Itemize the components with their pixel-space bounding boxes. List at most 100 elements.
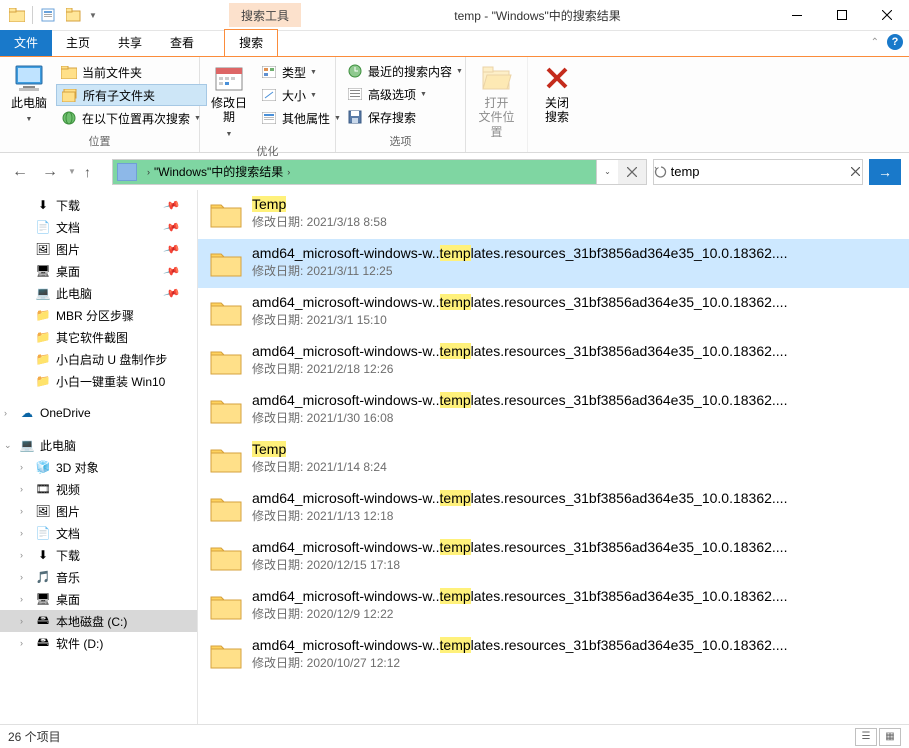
date-modified-button[interactable]: 修改日期▼: [204, 59, 254, 141]
results-list[interactable]: Temp修改日期: 2021/3/18 8:58amd64_microsoft-…: [198, 190, 909, 724]
result-item[interactable]: amd64_microsoft-windows-w..templates.res…: [198, 484, 909, 533]
folders-icon: [61, 87, 79, 103]
result-item[interactable]: amd64_microsoft-windows-w..templates.res…: [198, 288, 909, 337]
chevron-right-icon[interactable]: ›: [147, 167, 150, 177]
result-item[interactable]: amd64_microsoft-windows-w..templates.res…: [198, 533, 909, 582]
qat-customize-dropdown[interactable]: ▼: [87, 11, 99, 20]
result-item[interactable]: amd64_microsoft-windows-w..templates.res…: [198, 386, 909, 435]
advanced-options-button[interactable]: 高级选项▼: [342, 83, 469, 105]
tree-this-pc2[interactable]: ⌄💻此电脑: [0, 434, 197, 456]
tree-downloads2[interactable]: ›⬇下载: [0, 544, 197, 566]
tree-desktop[interactable]: 🖥桌面📌: [0, 260, 197, 282]
tree-this-pc[interactable]: 💻此电脑📌: [0, 282, 197, 304]
tree-onedrive[interactable]: ›☁OneDrive: [0, 402, 197, 424]
collapse-ribbon-icon[interactable]: ⌃: [871, 37, 879, 48]
computer-icon: 💻: [18, 437, 36, 453]
tree-xiaobai-reinstall[interactable]: 📁小白一键重装 Win10: [0, 370, 197, 392]
tree-screenshots[interactable]: 📁其它软件截图: [0, 326, 197, 348]
ribbon-body: 此电脑▼ 当前文件夹 所有子文件夹 在以下位置再次搜索 ▼ 位置: [0, 56, 909, 153]
chevron-down-icon[interactable]: ⌄: [4, 440, 12, 451]
qat-properties-icon[interactable]: [37, 4, 59, 26]
close-button[interactable]: [864, 1, 909, 30]
up-button[interactable]: ↑: [84, 164, 106, 180]
chevron-right-icon[interactable]: ›: [20, 638, 23, 648]
result-item[interactable]: amd64_microsoft-windows-w..templates.res…: [198, 582, 909, 631]
tab-view[interactable]: 查看: [156, 30, 208, 56]
tree-downloads[interactable]: ⬇下载📌: [0, 194, 197, 216]
search-refresh-icon[interactable]: [654, 165, 669, 179]
tree-pictures[interactable]: 🖼图片📌: [0, 238, 197, 260]
download-icon: ⬇: [34, 197, 52, 213]
result-item[interactable]: amd64_microsoft-windows-w..templates.res…: [198, 631, 909, 680]
breadcrumb[interactable]: "Windows"中的搜索结果: [154, 163, 283, 180]
cloud-icon: ☁: [18, 405, 36, 421]
result-meta: 修改日期: 2020/12/15 17:18: [252, 556, 897, 573]
chevron-right-icon[interactable]: ›: [20, 484, 23, 494]
this-pc-button[interactable]: 此电脑▼: [4, 59, 54, 127]
tree-documents2[interactable]: ›📄文档: [0, 522, 197, 544]
chevron-right-icon[interactable]: ›: [20, 616, 23, 626]
chevron-right-icon[interactable]: ›: [20, 506, 23, 516]
tree-music[interactable]: ›🎵音乐: [0, 566, 197, 588]
folder-open-icon: [481, 62, 513, 94]
tree-xiaobai-u[interactable]: 📁小白启动 U 盘制作步: [0, 348, 197, 370]
tree-local-disk-c[interactable]: ›🖴本地磁盘 (C:): [0, 610, 197, 632]
globe-icon: [60, 110, 78, 126]
tree-videos[interactable]: ›🎞视频: [0, 478, 197, 500]
close-search-button[interactable]: 关闭搜索: [532, 59, 582, 127]
search-go-button[interactable]: →: [869, 159, 901, 185]
result-item[interactable]: amd64_microsoft-windows-w..templates.res…: [198, 337, 909, 386]
result-item[interactable]: Temp修改日期: 2021/1/14 8:24: [198, 435, 909, 484]
tree-software-d[interactable]: ›🖴软件 (D:): [0, 632, 197, 654]
search-again-in-button[interactable]: 在以下位置再次搜索 ▼: [56, 107, 207, 129]
tree-pictures2[interactable]: ›🖼图片: [0, 500, 197, 522]
view-details-button[interactable]: ☰: [855, 728, 877, 746]
tab-search[interactable]: 搜索: [224, 29, 278, 57]
current-folder-button[interactable]: 当前文件夹: [56, 61, 207, 83]
chevron-right-icon[interactable]: ›: [287, 167, 290, 177]
search-box[interactable]: [653, 159, 863, 185]
result-item[interactable]: Temp修改日期: 2021/3/18 8:58: [198, 190, 909, 239]
view-icons-button[interactable]: ▦: [879, 728, 901, 746]
qat-new-folder-icon[interactable]: [63, 4, 85, 26]
search-clear-icon[interactable]: [849, 167, 862, 176]
chevron-right-icon[interactable]: ›: [20, 462, 23, 472]
group-options-label: 选项: [340, 131, 461, 152]
history-dropdown[interactable]: ▼: [68, 167, 78, 176]
folder-icon: [208, 343, 244, 379]
size-button[interactable]: 大小▼: [256, 84, 347, 106]
other-properties-button[interactable]: 其他属性▼: [256, 107, 347, 129]
all-subfolders-button[interactable]: 所有子文件夹: [56, 84, 207, 106]
back-button[interactable]: ←: [8, 160, 32, 184]
save-search-button[interactable]: 保存搜索: [342, 106, 469, 128]
help-icon[interactable]: ?: [887, 34, 903, 50]
status-bar: 26 个项目 ☰ ▦: [0, 724, 909, 748]
address-bar[interactable]: › "Windows"中的搜索结果 › ⌄: [112, 159, 647, 185]
tab-file[interactable]: 文件: [0, 30, 52, 56]
recent-searches-button[interactable]: 最近的搜索内容▼: [342, 60, 469, 82]
tree-mbr[interactable]: 📁MBR 分区步骤: [0, 304, 197, 326]
result-meta: 修改日期: 2021/1/14 8:24: [252, 458, 897, 475]
address-clear-button[interactable]: [618, 160, 646, 184]
tab-home[interactable]: 主页: [52, 30, 104, 56]
document-icon: 📄: [34, 219, 52, 235]
tree-desktop2[interactable]: ›🖥桌面: [0, 588, 197, 610]
navigation-tree[interactable]: ⬇下载📌 📄文档📌 🖼图片📌 🖥桌面📌 💻此电脑📌 📁MBR 分区步骤 📁其它软…: [0, 190, 198, 724]
tree-documents[interactable]: 📄文档📌: [0, 216, 197, 238]
chevron-right-icon[interactable]: ›: [20, 528, 23, 538]
kind-button[interactable]: 类型▼: [256, 61, 347, 83]
chevron-right-icon[interactable]: ›: [4, 408, 7, 418]
tree-3d-objects[interactable]: ›🧊3D 对象: [0, 456, 197, 478]
result-item[interactable]: amd64_microsoft-windows-w..templates.res…: [198, 239, 909, 288]
chevron-right-icon[interactable]: ›: [20, 594, 23, 604]
tab-share[interactable]: 共享: [104, 30, 156, 56]
forward-button[interactable]: →: [38, 160, 62, 184]
minimize-button[interactable]: [774, 1, 819, 30]
result-name: Temp: [252, 196, 897, 212]
search-input[interactable]: [669, 164, 849, 179]
chevron-right-icon[interactable]: ›: [20, 550, 23, 560]
app-icon[interactable]: [6, 4, 28, 26]
chevron-right-icon[interactable]: ›: [20, 572, 23, 582]
maximize-button[interactable]: [819, 1, 864, 30]
address-dropdown-icon[interactable]: ⌄: [596, 160, 618, 184]
